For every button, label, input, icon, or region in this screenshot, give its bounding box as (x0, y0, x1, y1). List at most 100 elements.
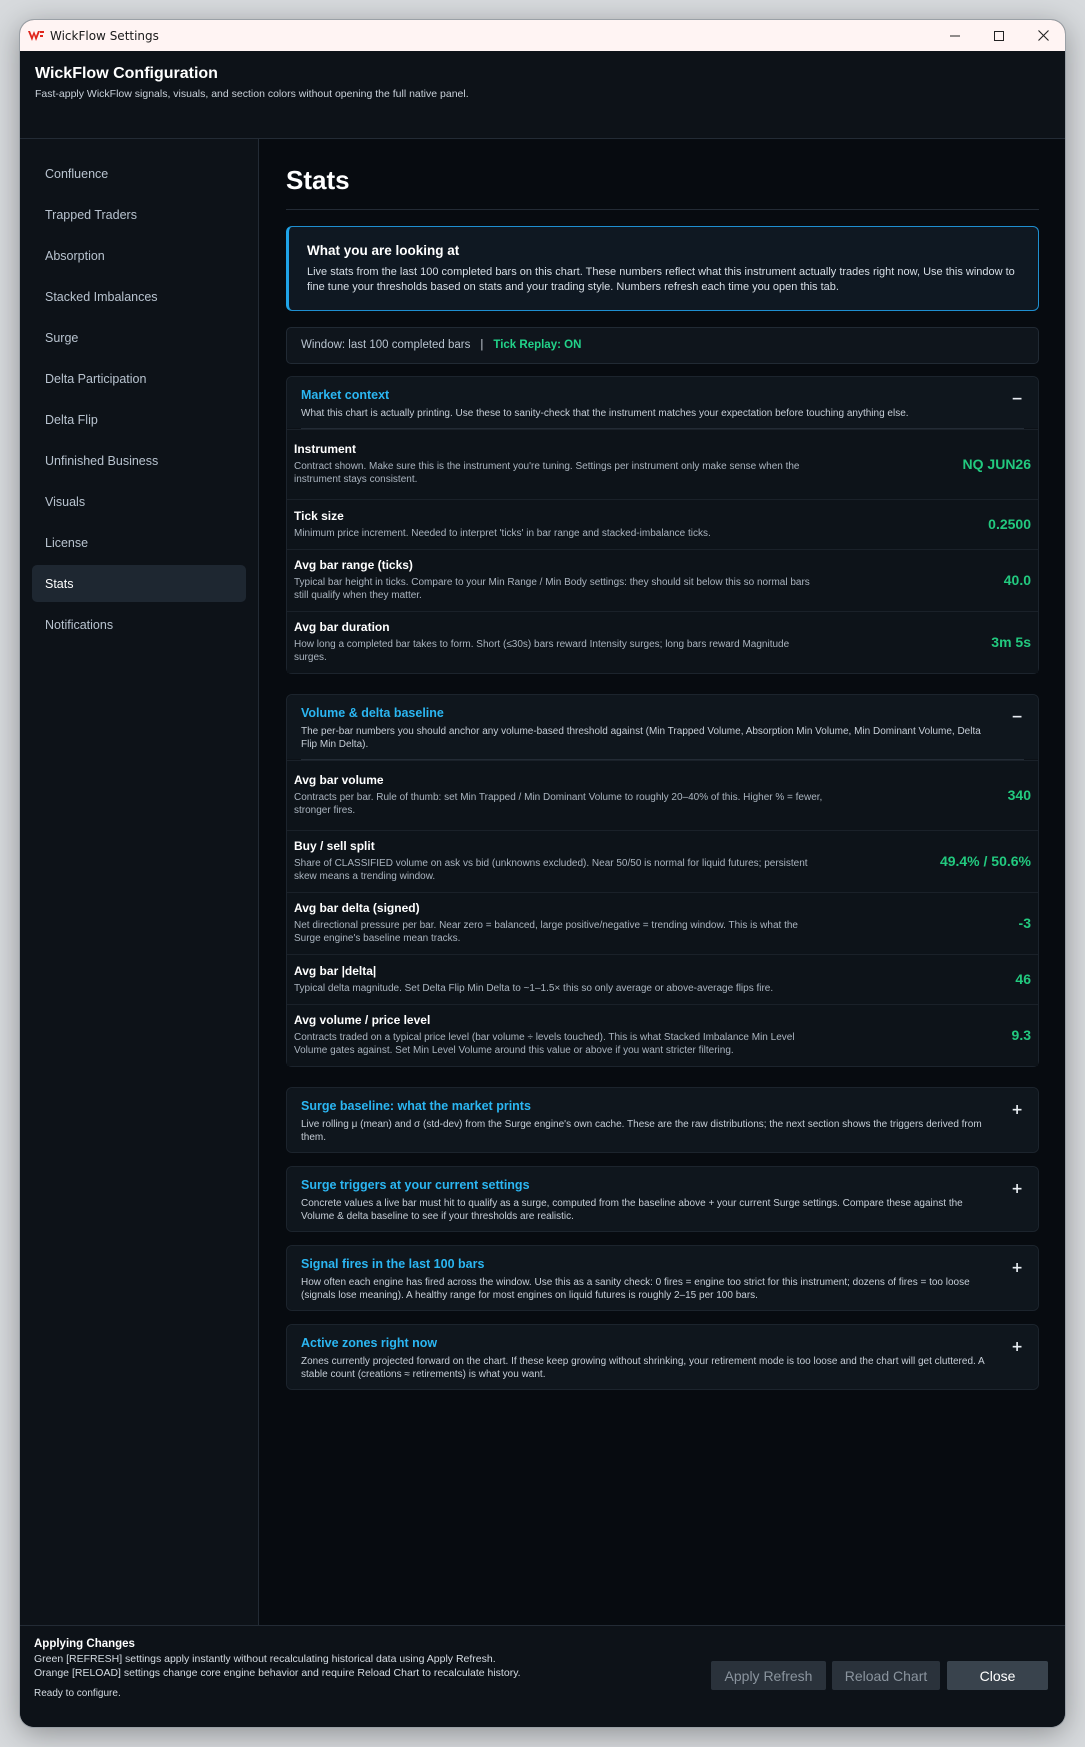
stat-label: Avg bar delta (signed) (294, 900, 420, 915)
sidebar-item-label: Notifications (45, 617, 114, 632)
section-header[interactable]: Market context What this chart is actual… (287, 376, 1038, 428)
close-button[interactable]: Close (947, 1661, 1048, 1690)
stat-text: Buy / sell split Share of CLASSIFIED vol… (294, 839, 940, 884)
stat-label: Instrument (294, 441, 357, 456)
stat-desc: Net directional pressure per bar. Near z… (294, 919, 798, 945)
stat-value: 340 (1007, 787, 1031, 804)
window-title: WickFlow Settings (50, 28, 159, 43)
stat-row-avg-bar-volume: Avg bar volume Contracts per bar. Rule o… (287, 759, 1038, 830)
sidebar-item-unfinished-business[interactable]: Unfinished Business (32, 442, 246, 479)
sidebar-item-stacked-imbalances[interactable]: Stacked Imbalances (32, 278, 246, 315)
close-window-button[interactable] (1021, 20, 1065, 51)
stat-desc: Contracts traded on a typical price leve… (294, 1031, 795, 1057)
info-title: What you are looking at (307, 243, 460, 258)
stat-value: 9.3 (1011, 1027, 1031, 1044)
page-title: Stats (286, 165, 1039, 210)
sidebar-item-surge[interactable]: Surge (32, 319, 246, 356)
section-market-context: Market context What this chart is actual… (286, 375, 1039, 674)
sidebar-item-absorption[interactable]: Absorption (32, 237, 246, 274)
minimize-button[interactable] (933, 20, 977, 51)
stat-row-avg-bar-abs-delta: Avg bar |delta| Typical delta magnitude.… (287, 953, 1038, 1004)
stat-text: Avg bar delta (signed) Net directional p… (294, 901, 1019, 946)
section-surge-baseline: Surge baseline: what the market prints L… (286, 1086, 1039, 1153)
sidebar-item-label: Trapped Traders (45, 207, 137, 222)
stat-label: Avg volume / price level (294, 1012, 431, 1027)
section-surge-triggers: Surge triggers at your current settings … (286, 1165, 1039, 1232)
sidebar-item-trapped-traders[interactable]: Trapped Traders (32, 196, 246, 233)
section-signal-fires: Signal fires in the last 100 bars How of… (286, 1244, 1039, 1311)
config-header: WickFlow Configuration Fast-apply WickFl… (20, 51, 1065, 139)
stat-value: NQ JUN26 (962, 456, 1031, 473)
tick-replay-status: Tick Replay: ON (493, 339, 582, 352)
sidebar-item-label: License (45, 535, 89, 550)
stat-label: Buy / sell split (294, 838, 375, 853)
section-volume-delta-baseline: Volume & delta baseline The per-bar numb… (286, 693, 1039, 1067)
stat-desc: Contracts per bar. Rule of thumb: set Mi… (294, 791, 823, 817)
title-bar[interactable]: WickFlow Settings (20, 20, 1065, 51)
sidebar-item-label: Unfinished Business (45, 453, 159, 468)
section-header[interactable]: Surge triggers at your current settings … (287, 1166, 1038, 1231)
stats-panel: Stats What you are looking at Live stats… (259, 139, 1065, 1625)
footer-title: Applying Changes (34, 1638, 135, 1650)
sidebar-item-label: Visuals (45, 494, 86, 509)
section-desc: The per-bar numbers you should anchor an… (301, 725, 981, 751)
section-header[interactable]: Signal fires in the last 100 bars How of… (287, 1245, 1038, 1310)
section-title: Volume & delta baseline (301, 705, 444, 720)
stat-text: Avg bar volume Contracts per bar. Rule o… (294, 773, 1008, 818)
window-text: Window: last 100 completed bars (301, 339, 471, 352)
sidebar-item-delta-participation[interactable]: Delta Participation (32, 360, 246, 397)
stat-text: Avg bar |delta| Typical delta magnitude.… (294, 964, 1015, 996)
section-title: Active zones right now (301, 1335, 438, 1350)
stat-label: Tick size (294, 508, 344, 523)
sidebar-item-label: Surge (45, 330, 79, 345)
stat-label: Avg bar |delta| (294, 963, 377, 978)
stat-text: Avg bar range (ticks) Typical bar height… (294, 558, 1004, 603)
stat-desc: Contract shown. Make sure this is the in… (294, 460, 800, 486)
sidebar-item-label: Delta Participation (45, 371, 147, 386)
config-subtitle: Fast-apply WickFlow signals, visuals, an… (35, 88, 469, 100)
maximize-button[interactable] (977, 20, 1021, 51)
section-header[interactable]: Surge baseline: what the market prints L… (287, 1087, 1038, 1152)
section-header[interactable]: Volume & delta baseline The per-bar numb… (287, 694, 1038, 759)
sidebar-item-confluence[interactable]: Confluence (32, 155, 246, 192)
expand-toggle-icon[interactable]: + (1011, 1181, 1023, 1197)
section-desc: Concrete values a live bar must hit to q… (301, 1197, 963, 1223)
stat-value: 3m 5s (991, 634, 1031, 651)
section-desc: Zones currently projected forward on the… (301, 1355, 985, 1381)
expand-toggle-icon[interactable]: + (1011, 1102, 1023, 1118)
collapse-toggle-icon[interactable]: − (1011, 391, 1023, 407)
stat-text: Avg volume / price level Contracts trade… (294, 1013, 1012, 1058)
close-icon (1037, 30, 1049, 41)
sidebar-item-label: Delta Flip (45, 412, 98, 427)
window-status-bar: Window: last 100 completed bars | Tick R… (286, 326, 1039, 364)
stat-desc: Minimum price increment. Needed to inter… (294, 527, 711, 539)
stat-row-avg-bar-duration: Avg bar duration How long a completed ba… (287, 610, 1038, 673)
stat-desc: Typical bar height in ticks. Compare to … (294, 576, 810, 602)
stat-text: Tick size Minimum price increment. Neede… (294, 509, 988, 541)
apply-refresh-button[interactable]: Apply Refresh (711, 1661, 826, 1690)
minimize-icon (950, 35, 960, 36)
separator: | (480, 339, 484, 352)
stat-desc: Share of CLASSIFIED volume on ask vs bid… (294, 857, 808, 883)
stat-text: Instrument Contract shown. Make sure thi… (294, 442, 963, 487)
expand-toggle-icon[interactable]: + (1011, 1260, 1023, 1276)
section-header[interactable]: Active zones right now Zones currently p… (287, 1324, 1038, 1389)
sidebar-item-label: Stacked Imbalances (45, 289, 158, 304)
content-area: Confluence Trapped Traders Absorption St… (20, 139, 1065, 1625)
sidebar-item-notifications[interactable]: Notifications (32, 606, 246, 643)
sidebar-item-visuals[interactable]: Visuals (32, 483, 246, 520)
section-desc: Live rolling μ (mean) and σ (std-dev) fr… (301, 1118, 982, 1144)
settings-window: WickFlow Settings WickFlow Configuration… (20, 20, 1065, 1727)
sidebar-item-license[interactable]: License (32, 524, 246, 561)
sidebar-item-stats[interactable]: Stats (32, 565, 246, 602)
sidebar-item-label: Absorption (45, 248, 105, 263)
stat-row-avg-bar-range: Avg bar range (ticks) Typical bar height… (287, 548, 1038, 611)
reload-chart-button[interactable]: Reload Chart (832, 1661, 940, 1690)
expand-toggle-icon[interactable]: + (1011, 1339, 1023, 1355)
stat-desc: How long a completed bar takes to form. … (294, 638, 790, 664)
maximize-icon (994, 30, 1004, 41)
stat-row-avg-bar-delta-signed: Avg bar delta (signed) Net directional p… (287, 891, 1038, 954)
collapse-toggle-icon[interactable]: − (1011, 709, 1023, 725)
stat-row-instrument: Instrument Contract shown. Make sure thi… (287, 428, 1038, 499)
sidebar-item-delta-flip[interactable]: Delta Flip (32, 401, 246, 438)
